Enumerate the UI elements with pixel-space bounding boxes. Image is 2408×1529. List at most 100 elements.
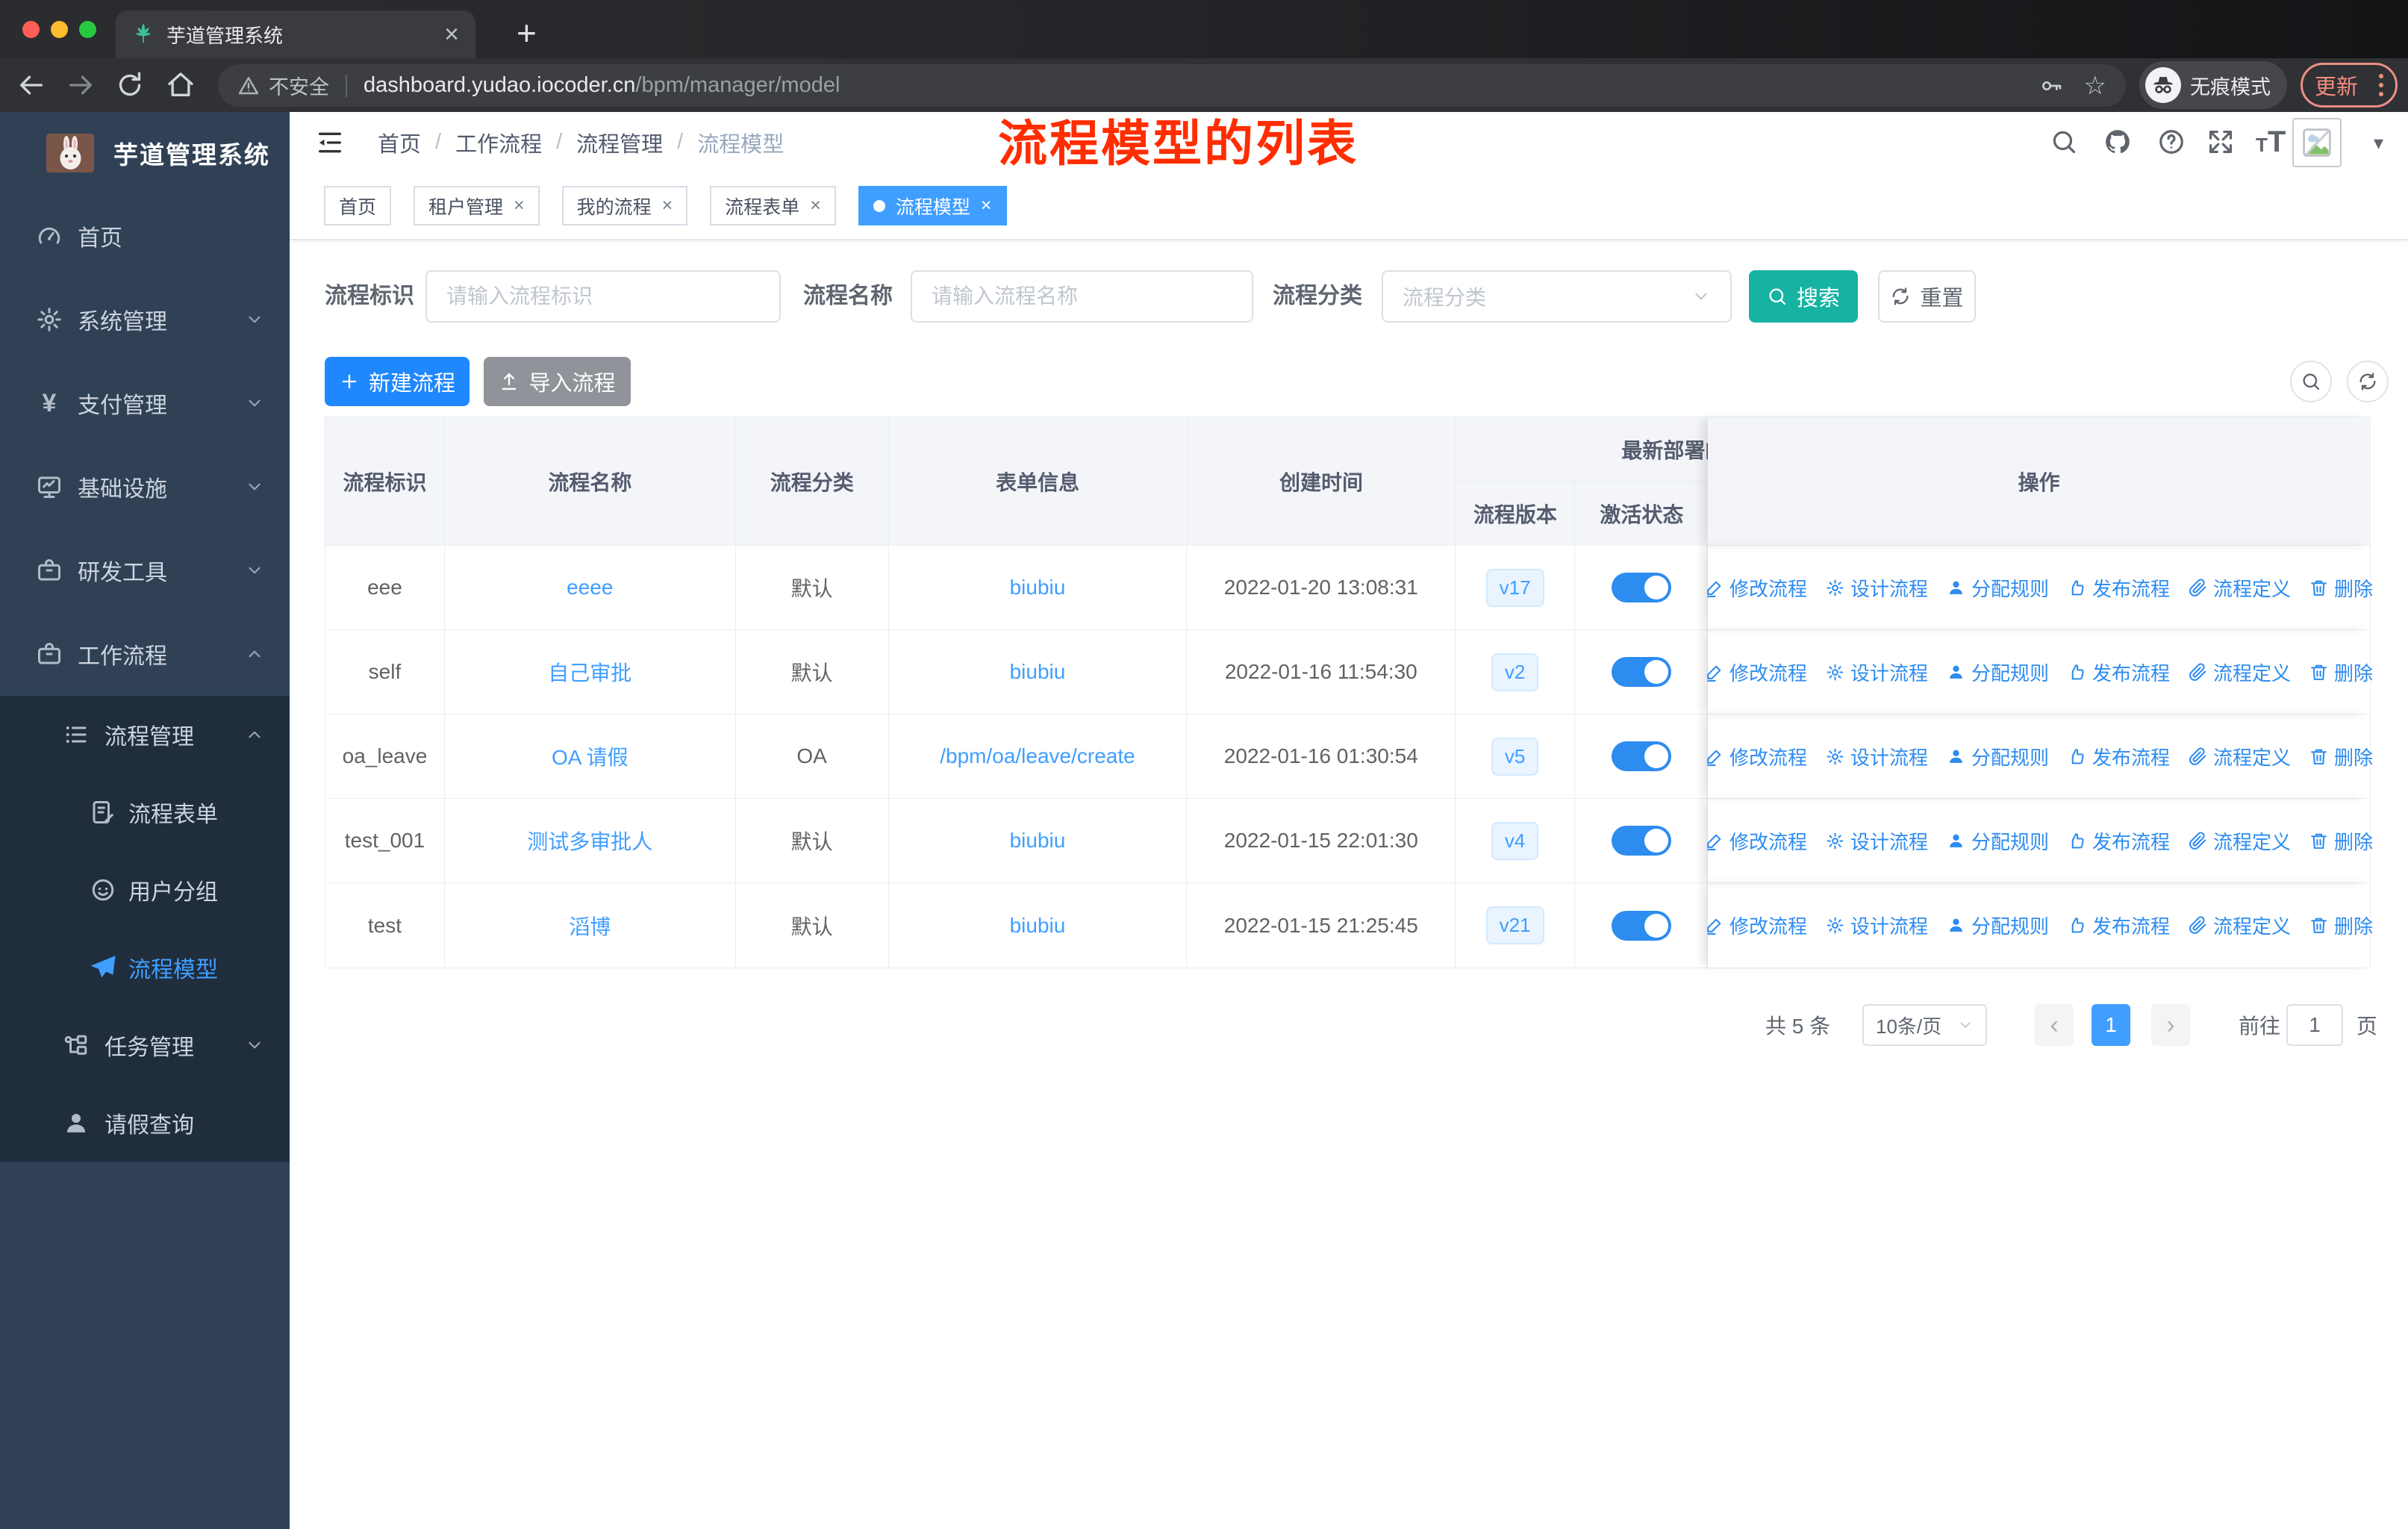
- prev-page-button[interactable]: ‹: [2035, 1004, 2074, 1046]
- sidebar-item-leave-query[interactable]: 请假查询: [0, 1084, 290, 1162]
- browser-update-chip[interactable]: 更新: [2301, 63, 2398, 108]
- action-publish-link[interactable]: 发布流程: [2068, 658, 2170, 686]
- avatar-caret-icon[interactable]: ▾: [2374, 131, 2383, 155]
- process-name-link[interactable]: eeee: [567, 576, 613, 600]
- tab-close-icon[interactable]: ×: [444, 22, 459, 47]
- active-toggle[interactable]: [1611, 657, 1671, 687]
- process-name-link[interactable]: OA 请假: [552, 741, 628, 771]
- active-toggle[interactable]: [1611, 826, 1671, 856]
- next-page-button[interactable]: ›: [2151, 1004, 2190, 1046]
- tag-close-icon[interactable]: ×: [810, 196, 821, 215]
- sidebar-item-process-mgmt[interactable]: 流程管理: [0, 696, 290, 773]
- address-bar[interactable]: 不安全 dashboard.yudao.iocoder.cn /bpm/mana…: [218, 64, 2126, 107]
- tag-process-form[interactable]: 流程表单 ×: [710, 186, 836, 225]
- process-name-input[interactable]: [911, 270, 1253, 323]
- action-trash-link[interactable]: 删除: [2309, 827, 2373, 855]
- form-info-link[interactable]: biubiu: [1010, 829, 1066, 853]
- tag-tenant[interactable]: 租户管理 ×: [414, 186, 540, 225]
- sidebar-item-system[interactable]: 系统管理: [0, 278, 290, 361]
- action-publish-link[interactable]: 发布流程: [2068, 743, 2170, 770]
- browser-menu-icon[interactable]: [2379, 74, 2383, 96]
- font-size-icon[interactable]: TT: [2256, 125, 2286, 159]
- forward-icon[interactable]: [66, 70, 96, 100]
- tag-close-icon[interactable]: ×: [981, 196, 992, 215]
- action-gear-link[interactable]: 设计流程: [1826, 912, 1928, 939]
- sidebar-item-process-form[interactable]: 流程表单: [0, 773, 290, 851]
- back-icon[interactable]: [16, 70, 46, 100]
- close-window-button[interactable]: [22, 21, 40, 38]
- action-trash-link[interactable]: 删除: [2309, 743, 2373, 770]
- tag-close-icon[interactable]: ×: [514, 196, 525, 215]
- goto-page-input[interactable]: 1: [2286, 1004, 2343, 1046]
- sidebar-item-home[interactable]: 首页: [0, 194, 290, 278]
- breadcrumb-home[interactable]: 首页: [378, 127, 421, 158]
- action-paperclip-link[interactable]: 流程定义: [2189, 658, 2291, 686]
- action-edit-link[interactable]: 修改流程: [1705, 574, 1807, 602]
- breadcrumb-process-mgmt[interactable]: 流程管理: [576, 127, 663, 158]
- zoom-window-button[interactable]: [79, 21, 96, 38]
- sidebar-item-workflow[interactable]: 工作流程: [0, 612, 290, 696]
- refresh-table-button[interactable]: [2347, 361, 2389, 402]
- action-user-link[interactable]: 分配规则: [1947, 912, 2049, 939]
- action-paperclip-link[interactable]: 流程定义: [2189, 574, 2291, 602]
- form-info-link[interactable]: /bpm/oa/leave/create: [940, 744, 1135, 768]
- new-tab-button[interactable]: +: [517, 10, 537, 55]
- sidebar-item-task-mgmt[interactable]: 任务管理: [0, 1006, 290, 1084]
- tag-my-process[interactable]: 我的流程 ×: [561, 186, 688, 225]
- action-trash-link[interactable]: 删除: [2309, 912, 2373, 939]
- browser-tab[interactable]: 芋道管理系统 ×: [116, 10, 475, 58]
- action-publish-link[interactable]: 发布流程: [2068, 574, 2170, 602]
- process-key-input[interactable]: [425, 270, 781, 323]
- bookmark-star-icon[interactable]: ☆: [2084, 71, 2106, 101]
- github-icon[interactable]: [2103, 128, 2132, 156]
- password-key-icon[interactable]: [2039, 74, 2063, 98]
- active-toggle[interactable]: [1611, 910, 1671, 941]
- breadcrumb-workflow[interactable]: 工作流程: [455, 127, 542, 158]
- sidebar-item-infra[interactable]: 基础设施: [0, 445, 290, 529]
- action-gear-link[interactable]: 设计流程: [1826, 827, 1928, 855]
- reload-icon[interactable]: [115, 70, 145, 100]
- import-process-button[interactable]: 导入流程: [484, 357, 631, 406]
- action-edit-link[interactable]: 修改流程: [1705, 658, 1807, 686]
- search-icon[interactable]: [2050, 128, 2078, 156]
- action-user-link[interactable]: 分配规则: [1947, 574, 2049, 602]
- help-icon[interactable]: [2157, 128, 2186, 156]
- sidebar-fold-icon[interactable]: [315, 128, 345, 158]
- sidebar-logo[interactable]: 芋道管理系统: [0, 112, 290, 194]
- action-gear-link[interactable]: 设计流程: [1826, 743, 1928, 770]
- process-name-link[interactable]: 自己审批: [548, 657, 631, 687]
- action-gear-link[interactable]: 设计流程: [1826, 658, 1928, 686]
- action-edit-link[interactable]: 修改流程: [1705, 912, 1807, 939]
- sidebar-item-process-model[interactable]: 流程模型: [0, 929, 290, 1006]
- process-name-link[interactable]: 滔博: [569, 911, 611, 941]
- process-name-link[interactable]: 测试多审批人: [527, 826, 652, 856]
- page-size-select[interactable]: 10条/页: [1862, 1004, 1987, 1046]
- active-toggle[interactable]: [1611, 741, 1671, 771]
- action-user-link[interactable]: 分配规则: [1947, 827, 2049, 855]
- avatar[interactable]: [2292, 118, 2342, 167]
- sidebar-item-devtools[interactable]: 研发工具: [0, 529, 290, 612]
- create-process-button[interactable]: 新建流程: [325, 357, 470, 406]
- action-gear-link[interactable]: 设计流程: [1826, 574, 1928, 602]
- action-edit-link[interactable]: 修改流程: [1705, 743, 1807, 770]
- action-paperclip-link[interactable]: 流程定义: [2189, 912, 2291, 939]
- tag-home[interactable]: 首页: [324, 186, 392, 225]
- action-edit-link[interactable]: 修改流程: [1705, 827, 1807, 855]
- update-label[interactable]: 更新: [2315, 69, 2358, 101]
- sidebar-item-payment[interactable]: ¥ 支付管理: [0, 361, 290, 445]
- process-category-select[interactable]: 流程分类: [1382, 270, 1732, 323]
- action-user-link[interactable]: 分配规则: [1947, 658, 2049, 686]
- action-user-link[interactable]: 分配规则: [1947, 743, 2049, 770]
- tag-close-icon[interactable]: ×: [662, 196, 673, 215]
- reset-button[interactable]: 重置: [1878, 270, 1976, 323]
- show-search-button[interactable]: [2290, 361, 2332, 402]
- action-trash-link[interactable]: 删除: [2309, 658, 2373, 686]
- form-info-link[interactable]: biubiu: [1010, 576, 1066, 600]
- form-info-link[interactable]: biubiu: [1010, 660, 1066, 684]
- active-toggle[interactable]: [1611, 573, 1671, 602]
- action-paperclip-link[interactable]: 流程定义: [2189, 743, 2291, 770]
- fullscreen-icon[interactable]: [2206, 128, 2235, 156]
- sidebar-item-user-group[interactable]: 用户分组: [0, 851, 290, 929]
- action-publish-link[interactable]: 发布流程: [2068, 827, 2170, 855]
- action-publish-link[interactable]: 发布流程: [2068, 912, 2170, 939]
